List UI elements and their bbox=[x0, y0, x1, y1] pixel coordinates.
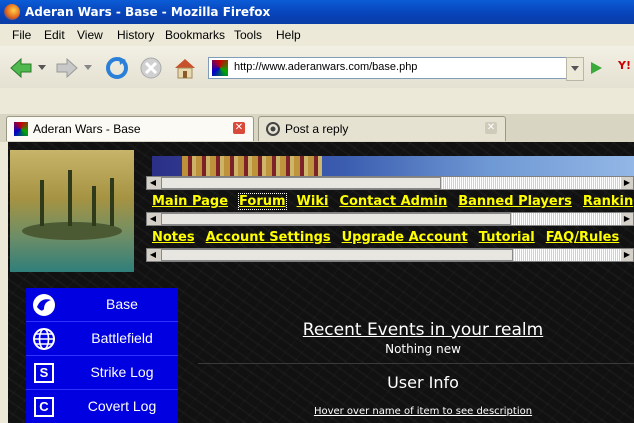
link-forum[interactable]: Forum bbox=[238, 193, 287, 210]
scroll-right-icon[interactable]: ▶ bbox=[621, 177, 633, 189]
menu-item-label: Base bbox=[106, 296, 138, 312]
bookmarks-toolbar bbox=[0, 88, 634, 115]
menu-item-covert-log[interactable]: C Covert Log bbox=[26, 390, 178, 423]
menu-item-label: Covert Log bbox=[87, 398, 157, 414]
menu-edit[interactable]: Edit bbox=[44, 28, 65, 42]
nav-scrollbar-1[interactable]: ◀ ▶ bbox=[146, 212, 634, 226]
menu-bookmarks[interactable]: Bookmarks bbox=[165, 28, 225, 42]
s-box-icon: S bbox=[32, 361, 56, 385]
menu-item-base[interactable]: Base bbox=[26, 288, 178, 322]
recent-events-title[interactable]: Recent Events in your realm bbox=[198, 320, 634, 340]
back-button[interactable] bbox=[8, 55, 34, 81]
scrollbar-thumb[interactable] bbox=[161, 177, 441, 189]
realm-avatar-image bbox=[10, 150, 134, 272]
search-engine-logo[interactable]: Y! bbox=[618, 59, 631, 72]
link-rankings[interactable]: Rankin bbox=[583, 194, 633, 209]
tab-post-a-reply[interactable]: Post a reply ✕ bbox=[258, 116, 506, 141]
banner-scrollbar[interactable]: ◀ ▶ bbox=[146, 176, 634, 190]
swirl-favicon-icon bbox=[266, 122, 280, 136]
scroll-left-icon[interactable]: ◀ bbox=[147, 177, 159, 189]
globe-swirl-icon bbox=[32, 293, 56, 317]
reload-button[interactable] bbox=[104, 55, 130, 81]
home-icon bbox=[175, 59, 195, 79]
link-account-settings[interactable]: Account Settings bbox=[206, 230, 331, 245]
close-tab-icon[interactable]: ✕ bbox=[485, 122, 497, 134]
scroll-left-icon[interactable]: ◀ bbox=[147, 249, 159, 261]
link-notes[interactable]: Notes bbox=[152, 230, 195, 245]
tab-label: Aderan Wars - Base bbox=[33, 122, 141, 136]
navigation-toolbar: http://www.aderanwars.com/base.php Y! bbox=[0, 46, 634, 89]
link-banned-players[interactable]: Banned Players bbox=[458, 194, 572, 209]
nav-links-row-2: Notes Account Settings Upgrade Account Tuto… bbox=[152, 230, 630, 245]
menu-item-battlefield[interactable]: Battlefield bbox=[26, 322, 178, 356]
link-contact-admin[interactable]: Contact Admin bbox=[339, 194, 447, 209]
recent-events-text: Nothing new bbox=[385, 342, 461, 356]
go-button[interactable] bbox=[586, 57, 606, 79]
stop-icon bbox=[140, 57, 162, 79]
go-arrow-icon bbox=[591, 62, 602, 74]
tab-label: Post a reply bbox=[285, 122, 349, 136]
world-icon bbox=[32, 327, 56, 351]
tab-aderan-wars-base[interactable]: Aderan Wars - Base ✕ bbox=[6, 116, 254, 141]
nav-scrollbar-2[interactable]: ◀ ▶ bbox=[146, 248, 634, 262]
back-arrow-icon bbox=[10, 57, 32, 79]
forward-button[interactable] bbox=[54, 55, 80, 81]
scroll-right-icon[interactable]: ▶ bbox=[621, 249, 633, 261]
web-page-content: ◀ ▶ Main Page Forum Wiki Contact Admin Banne… bbox=[8, 142, 634, 423]
reload-icon bbox=[106, 57, 128, 79]
link-faq-rules[interactable]: FAQ/Rules bbox=[546, 230, 620, 245]
stop-button[interactable] bbox=[138, 55, 164, 81]
menu-item-strike-log[interactable]: S Strike Log bbox=[26, 356, 178, 390]
link-main-page[interactable]: Main Page bbox=[152, 194, 228, 209]
back-history-dropdown[interactable] bbox=[36, 55, 48, 81]
url-text: http://www.aderanwars.com/base.php bbox=[234, 61, 418, 73]
menu-tools[interactable]: Tools bbox=[234, 28, 262, 42]
link-upgrade-account[interactable]: Upgrade Account bbox=[342, 230, 468, 245]
window-title-bar: Aderan Wars - Base - Mozilla Firefox bbox=[0, 0, 634, 24]
firefox-logo-icon bbox=[4, 4, 20, 20]
forward-arrow-icon bbox=[56, 57, 78, 79]
site-favicon-icon bbox=[212, 60, 228, 76]
close-tab-icon[interactable]: ✕ bbox=[233, 122, 245, 134]
link-tutorial[interactable]: Tutorial bbox=[479, 230, 535, 245]
menu-file[interactable]: File bbox=[12, 28, 31, 42]
tab-bar: Aderan Wars - Base ✕ Post a reply ✕ bbox=[0, 114, 634, 142]
window-title: Aderan Wars - Base - Mozilla Firefox bbox=[25, 5, 271, 19]
site-banner bbox=[152, 156, 634, 176]
scrollbar-thumb[interactable] bbox=[161, 213, 511, 225]
chevron-down-icon bbox=[84, 65, 92, 70]
url-history-dropdown[interactable] bbox=[566, 57, 584, 81]
link-wiki[interactable]: Wiki bbox=[297, 194, 329, 209]
scroll-right-icon[interactable]: ▶ bbox=[621, 213, 633, 225]
forward-history-dropdown[interactable] bbox=[82, 55, 94, 81]
scroll-left-icon[interactable]: ◀ bbox=[147, 213, 159, 225]
home-button[interactable] bbox=[172, 55, 198, 81]
menu-item-label: Battlefield bbox=[91, 330, 153, 346]
menu-help[interactable]: Help bbox=[276, 28, 301, 42]
menu-view[interactable]: View bbox=[77, 28, 103, 42]
menu-bar: File Edit View History Bookmarks Tools H… bbox=[0, 24, 634, 46]
site-favicon-icon bbox=[14, 122, 28, 136]
c-box-icon: C bbox=[32, 395, 56, 419]
left-menu: Base Battlefield S Strike Log C Covert L… bbox=[26, 288, 178, 423]
scrollbar-thumb[interactable] bbox=[161, 249, 513, 261]
address-bar[interactable]: http://www.aderanwars.com/base.php bbox=[208, 57, 568, 79]
nav-links-row-1: Main Page Forum Wiki Contact Admin Banned Pl… bbox=[152, 193, 634, 210]
menu-item-label: Strike Log bbox=[90, 364, 154, 380]
chevron-down-icon bbox=[38, 65, 46, 70]
chevron-down-icon bbox=[571, 66, 579, 71]
user-info-title: User Info bbox=[387, 373, 459, 392]
hover-hint-text: Hover over name of item to see descripti… bbox=[313, 406, 533, 417]
menu-history[interactable]: History bbox=[117, 28, 154, 42]
divider bbox=[198, 363, 634, 364]
